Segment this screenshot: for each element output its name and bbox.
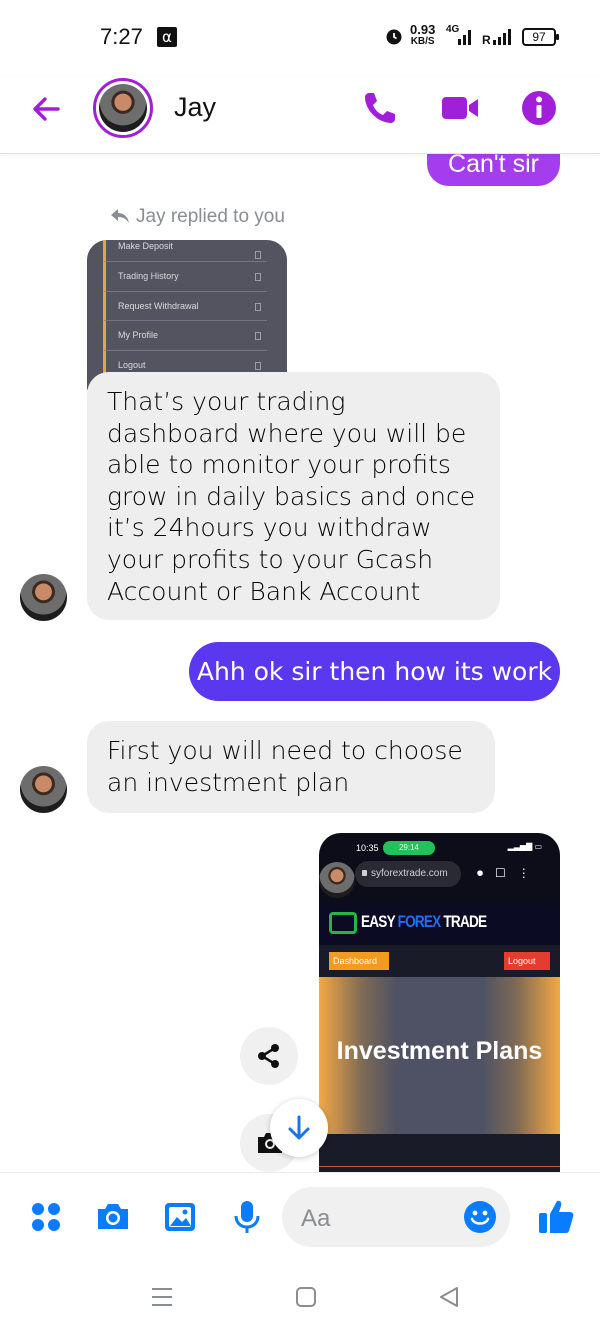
shot-signal-icon: ▂▃▅▇ ▭ — [507, 842, 542, 851]
quoted-menu-item: Trading History — [103, 262, 267, 292]
home-icon[interactable] — [294, 1285, 318, 1309]
shot-brand-bar: EASY FOREX TRADE — [319, 903, 560, 945]
outgoing-message[interactable]: Ahh ok sir then how its work — [189, 642, 560, 701]
message-placeholder: Aa — [301, 1205, 331, 1232]
shot-time: 10:35 — [356, 843, 379, 853]
thumbs-up-icon[interactable] — [536, 1197, 576, 1237]
camera-icon[interactable] — [95, 1199, 131, 1235]
mic-icon[interactable] — [229, 1199, 265, 1235]
info-icon[interactable] — [519, 88, 559, 128]
contact-avatar[interactable] — [93, 78, 153, 138]
apps-icon[interactable] — [28, 1199, 64, 1235]
shot-dashboard-button: Dashboard — [329, 952, 389, 970]
contact-name[interactable]: Jay — [174, 92, 216, 123]
shot-browser-icons: ⏺☐⋮ — [477, 866, 542, 880]
shot-status-bar: 10:35 29:14 ▂▃▅▇ ▭ — [319, 833, 560, 863]
message-input[interactable]: Aa — [282, 1187, 510, 1247]
shot-url-bar: syforextrade.com — [355, 861, 461, 887]
sender-avatar[interactable] — [20, 766, 67, 813]
quoted-menu-item: My Profile — [103, 321, 267, 351]
roaming-indicator: R — [482, 33, 491, 47]
signal-2-icon — [493, 29, 511, 45]
alpha-notification-icon: α — [157, 27, 177, 47]
quoted-menu-item: Request Withdrawal — [103, 291, 267, 321]
shot-logout-button: Logout — [504, 952, 550, 970]
shot-avatar — [319, 862, 355, 898]
shot-brand: EASY FOREX TRADE — [361, 912, 487, 931]
scroll-to-bottom-button[interactable] — [270, 1099, 328, 1157]
reply-arrow-icon — [111, 209, 129, 223]
menu-icon[interactable] — [150, 1285, 174, 1309]
quoted-screenshot[interactable]: Make Deposit Trading History Request Wit… — [87, 240, 287, 390]
battery-icon: 97 — [522, 28, 559, 46]
shot-nav: Dashboard Logout — [319, 945, 560, 977]
phone-icon[interactable] — [360, 88, 400, 128]
reply-note: Jay replied to you — [110, 206, 285, 228]
share-button[interactable] — [240, 1027, 298, 1085]
share-icon — [258, 1044, 279, 1068]
incoming-message[interactable]: That’s your trading dashboard where you … — [87, 372, 500, 620]
outgoing-message[interactable]: Can't sir — [427, 154, 560, 186]
shot-hero: Investment Plans — [319, 977, 560, 1134]
chat-header: Jay — [0, 76, 600, 154]
shot-call-timer: 29:14 — [383, 841, 435, 855]
avatar — [99, 84, 147, 132]
system-nav-bar — [0, 1264, 600, 1333]
shot-hero-title: Investment Plans — [336, 1037, 543, 1065]
status-time: 7:27 — [100, 24, 143, 49]
video-icon[interactable] — [440, 88, 480, 128]
back-arrow-icon[interactable] — [28, 90, 66, 128]
shot-bottom — [319, 1134, 560, 1172]
sender-avatar[interactable] — [20, 574, 67, 621]
composer-bar: Aa — [0, 1172, 600, 1264]
incoming-message[interactable]: First you will need to choose an investm… — [87, 721, 495, 813]
photo-icon[interactable] — [162, 1199, 198, 1235]
status-bar: 7:27 α 0.93 KB/S 4G R 97 — [0, 0, 600, 76]
quoted-menu-item: Make Deposit — [103, 240, 267, 262]
message-list[interactable]: Can't sir Jay replied to you Make Deposi… — [0, 154, 600, 1172]
emoji-icon[interactable] — [463, 1200, 497, 1234]
alarm-icon — [386, 29, 402, 45]
signal-icon — [458, 30, 471, 45]
brand-logo-icon — [329, 912, 357, 934]
shared-image[interactable]: 10:35 29:14 ▂▃▅▇ ▭ syforextrade.com ⏺☐⋮ … — [319, 833, 560, 1172]
chevron-down-icon — [288, 1115, 310, 1140]
net-speed: 0.93 KB/S — [410, 22, 436, 47]
back-icon[interactable] — [437, 1285, 461, 1309]
